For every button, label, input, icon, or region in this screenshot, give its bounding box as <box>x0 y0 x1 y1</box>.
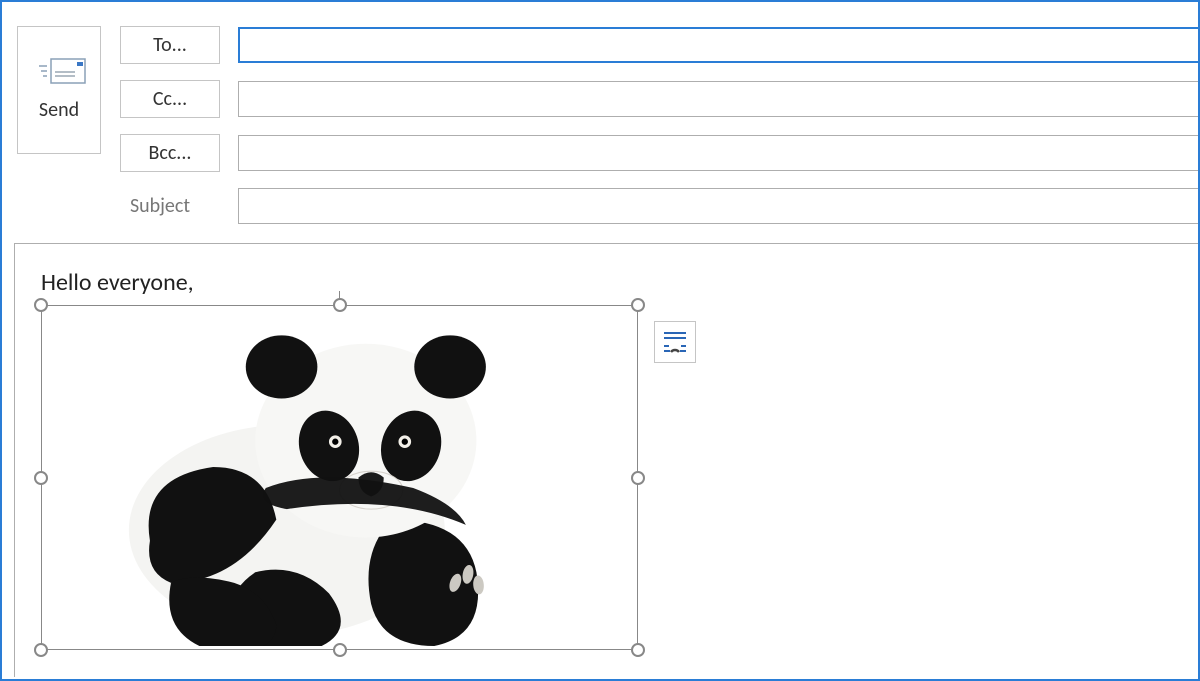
layout-options-icon <box>661 328 689 356</box>
resize-handle-bottom-left[interactable] <box>34 643 48 657</box>
selected-image-frame[interactable] <box>41 305 638 650</box>
cc-button[interactable]: Cc... <box>120 80 220 118</box>
resize-handle-middle-right[interactable] <box>631 471 645 485</box>
layout-options-button[interactable] <box>654 321 696 363</box>
compose-window: Send To... Cc... Bcc... Subject Hello ev… <box>0 0 1200 681</box>
resize-handle-bottom-middle[interactable] <box>333 643 347 657</box>
resize-handle-top-middle[interactable] <box>333 298 347 312</box>
send-envelope-icon <box>39 58 79 84</box>
to-input[interactable] <box>238 27 1198 63</box>
bcc-row: Bcc... <box>120 134 1198 172</box>
subject-input[interactable] <box>238 188 1198 224</box>
subject-label: Subject <box>100 194 220 218</box>
message-body[interactable]: Hello everyone, <box>14 243 1198 677</box>
resize-handle-top-right[interactable] <box>631 298 645 312</box>
to-row: To... <box>120 26 1198 64</box>
bcc-button[interactable]: Bcc... <box>120 134 220 172</box>
resize-handle-middle-left[interactable] <box>34 471 48 485</box>
to-button[interactable]: To... <box>120 26 220 64</box>
resize-handle-bottom-right[interactable] <box>631 643 645 657</box>
message-header: Send To... Cc... Bcc... Subject <box>2 2 1198 12</box>
resize-handle-top-left[interactable] <box>34 298 48 312</box>
subject-row: Subject <box>100 188 1198 224</box>
bcc-input[interactable] <box>238 135 1198 171</box>
send-label: Send <box>39 98 79 122</box>
body-greeting-text: Hello everyone, <box>41 268 1172 297</box>
send-button[interactable]: Send <box>17 26 101 154</box>
cc-row: Cc... <box>120 80 1198 118</box>
inserted-image[interactable] <box>45 309 634 646</box>
cc-input[interactable] <box>238 81 1198 117</box>
